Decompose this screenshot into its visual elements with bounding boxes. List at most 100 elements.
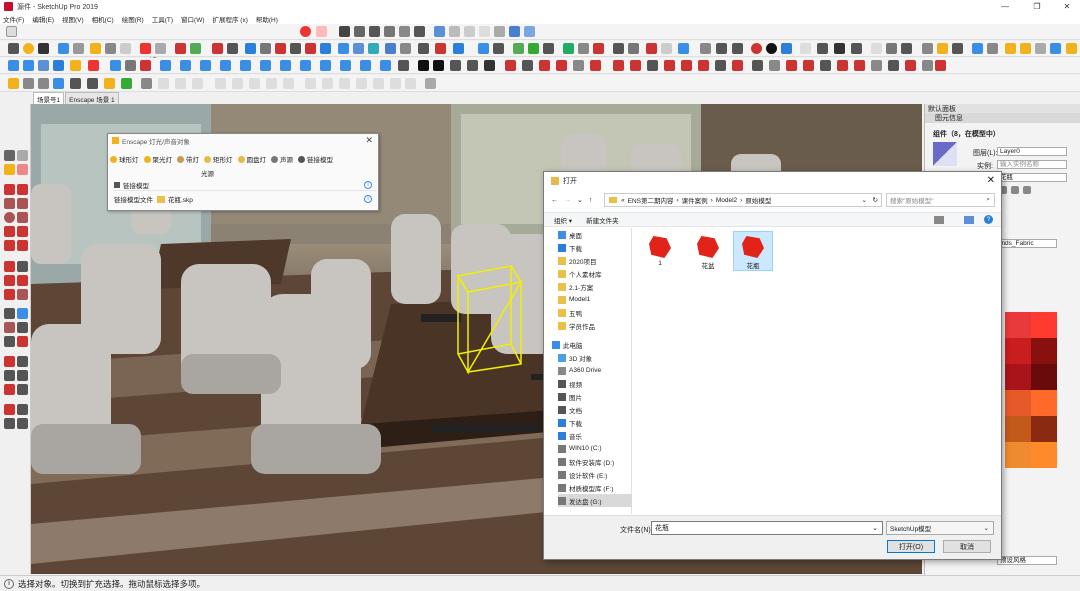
pencil-icon[interactable] — [700, 43, 711, 54]
search-input[interactable]: 搜索"原始模型" ⌕ — [886, 193, 995, 207]
filename-input[interactable]: 花瓶 ⌄ — [651, 521, 883, 535]
offset-tool-icon[interactable] — [17, 289, 28, 300]
organize-button[interactable]: 组织 ▾ — [554, 215, 572, 225]
tool-k-icon[interactable] — [681, 60, 692, 71]
offset-icon[interactable] — [190, 43, 201, 54]
panel10-icon[interactable] — [373, 78, 384, 89]
file-item-selected[interactable]: 花瓶 — [733, 231, 773, 271]
spline-icon[interactable] — [125, 60, 136, 71]
tool-f-icon[interactable] — [590, 60, 601, 71]
tool-b-icon[interactable] — [522, 60, 533, 71]
enscape-icon[interactable] — [8, 78, 19, 89]
outliner-icon[interactable] — [678, 43, 689, 54]
print-icon[interactable] — [414, 26, 425, 37]
match-photo-icon[interactable] — [478, 43, 489, 54]
tool-q-icon[interactable] — [786, 60, 797, 71]
swatch[interactable] — [1031, 338, 1057, 364]
add-location-icon[interactable] — [563, 43, 574, 54]
push-pull-tool-icon[interactable] — [17, 261, 28, 272]
follow-me-tool-icon[interactable] — [17, 275, 28, 286]
arc9-icon[interactable] — [360, 60, 371, 71]
tool-a-icon[interactable] — [505, 60, 516, 71]
nav-item-g-drive[interactable]: 发达盘 (G:) — [558, 494, 632, 507]
material-name-field[interactable]: inds_Fabric — [997, 239, 1057, 248]
previous-tool-icon[interactable] — [17, 384, 28, 395]
freehand-icon[interactable] — [160, 60, 171, 71]
refresh-icon[interactable]: ↻ — [873, 196, 878, 204]
extension-icon[interactable] — [354, 26, 365, 37]
arc2-tool-icon[interactable] — [4, 240, 15, 251]
menu-draw[interactable]: 绘图(R) — [122, 14, 144, 24]
tool-m-icon[interactable] — [715, 60, 726, 71]
push-pull-icon[interactable] — [53, 60, 64, 71]
paint-tool-icon[interactable] — [4, 164, 15, 175]
batch-icon[interactable] — [87, 78, 98, 89]
swatch[interactable] — [1005, 312, 1031, 338]
dynamic-icon[interactable] — [613, 43, 624, 54]
circle-icon[interactable] — [105, 43, 116, 54]
cube-yellow-icon[interactable] — [1005, 43, 1016, 54]
eraser-tool-icon[interactable] — [17, 164, 28, 175]
panel5-icon[interactable] — [283, 78, 294, 89]
info-icon[interactable]: i — [4, 578, 14, 589]
component-icon[interactable] — [90, 43, 101, 54]
menu-help[interactable]: 帮助(H) — [256, 14, 278, 24]
breadcrumb-original[interactable]: 原始模型 — [745, 195, 771, 205]
nav-item-this-pc[interactable]: 此电脑 — [552, 338, 626, 351]
view-options-icon[interactable] — [934, 215, 944, 224]
look-around-icon[interactable] — [418, 43, 429, 54]
dimension-icon[interactable] — [260, 43, 271, 54]
lock-icon[interactable] — [227, 43, 238, 54]
tool-t-icon[interactable] — [837, 60, 848, 71]
component-tool-icon[interactable] — [17, 150, 28, 161]
panel4-icon[interactable] — [266, 78, 277, 89]
arc8-icon[interactable] — [340, 60, 351, 71]
line-light-button[interactable]: 带灯 — [177, 154, 199, 164]
file-type-select[interactable]: SketchUp模型 ⌄ — [886, 521, 994, 535]
nav-item-music[interactable]: 音乐 — [558, 429, 632, 442]
layer-select[interactable]: Layer0 — [997, 147, 1067, 156]
terrain-icon[interactable] — [593, 43, 604, 54]
nav-item-personal-lib[interactable]: 个人素材库 — [558, 267, 632, 280]
textured-icon[interactable] — [494, 26, 505, 37]
arc10-icon[interactable] — [380, 60, 391, 71]
menu-extensions[interactable]: 扩展程序 (x) — [213, 14, 248, 24]
move-tool-icon[interactable] — [4, 261, 15, 272]
scene-tab-enscape[interactable]: Enscape 场景 1 — [65, 92, 119, 104]
rotate-tool-icon[interactable] — [4, 275, 15, 286]
pie-tool-icon[interactable] — [17, 226, 28, 237]
tool-z-icon[interactable] — [935, 60, 946, 71]
position-camera-tool-icon[interactable] — [4, 404, 15, 415]
paint-icon[interactable] — [140, 43, 151, 54]
rect-light-button[interactable]: 矩形灯 — [204, 154, 233, 164]
tool-r-icon[interactable] — [803, 60, 814, 71]
hidden-line-icon[interactable] — [464, 26, 475, 37]
fog-icon[interactable] — [316, 26, 327, 37]
panel1-icon[interactable] — [215, 78, 226, 89]
measure2-icon[interactable] — [467, 60, 478, 71]
tool-v-icon[interactable] — [871, 60, 882, 71]
swatch[interactable] — [1005, 364, 1031, 390]
panel7-icon[interactable] — [322, 78, 333, 89]
settings2-icon[interactable] — [450, 60, 461, 71]
zoom-icon[interactable] — [353, 43, 364, 54]
tool-l-icon[interactable] — [698, 60, 709, 71]
wireframe-icon[interactable] — [449, 26, 460, 37]
forward-icon[interactable]: → — [564, 197, 571, 204]
tool-o-icon[interactable] — [752, 60, 763, 71]
menu-tools[interactable]: 工具(T) — [152, 14, 173, 24]
section-tool-icon[interactable] — [17, 418, 28, 429]
swatch[interactable] — [1005, 338, 1031, 364]
close-icon[interactable]: ✕ — [987, 175, 995, 186]
select-icon[interactable] — [8, 43, 19, 54]
video-editor-icon[interactable] — [53, 78, 64, 89]
polygon-icon[interactable] — [220, 60, 231, 71]
arc3-icon[interactable] — [180, 60, 191, 71]
orbit-tool-icon[interactable] — [4, 356, 15, 367]
section-icon[interactable] — [305, 43, 316, 54]
link-model-button[interactable]: 链接模型 — [298, 154, 333, 164]
stop2-icon[interactable] — [433, 60, 444, 71]
tool-h-icon[interactable] — [630, 60, 641, 71]
address-bar[interactable]: « ENS第二期内容 › 课件案例 › Model2 › 原始模型 ⌄ ↻ — [604, 193, 882, 207]
circle-tool-icon[interactable] — [4, 212, 15, 223]
